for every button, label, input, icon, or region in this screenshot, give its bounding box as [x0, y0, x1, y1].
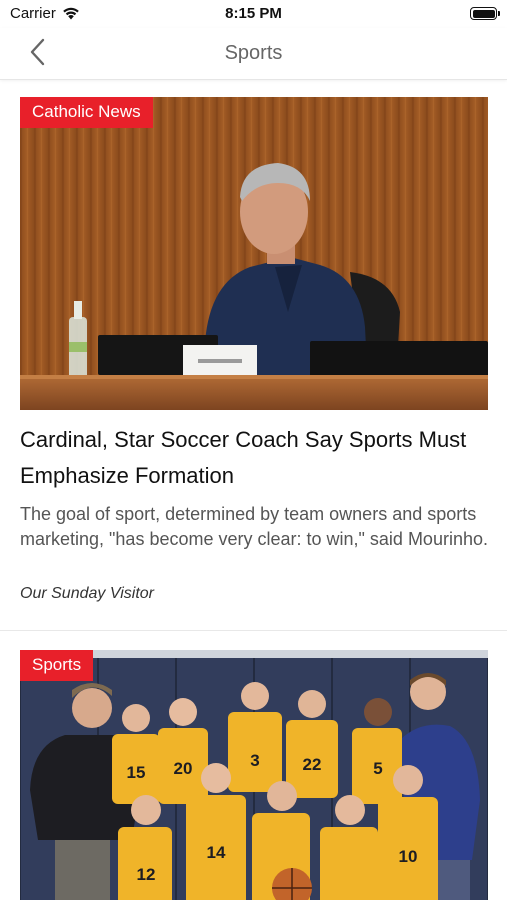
article-image[interactable]: Catholic News: [20, 97, 488, 410]
card-divider: [0, 630, 507, 631]
jersey-number: 10: [399, 847, 418, 866]
speaker-photo: [20, 97, 488, 410]
team-photo: 15 20 3 22 5 12 14 10: [20, 650, 488, 900]
article-headline[interactable]: Cardinal, Star Soccer Coach Say Sports M…: [20, 422, 490, 494]
clock: 8:15 PM: [225, 5, 282, 22]
category-tag[interactable]: Catholic News: [20, 97, 153, 128]
status-bar: Carrier 8:15 PM: [0, 0, 507, 28]
article-image[interactable]: Sports 15 20 3 22 5 12 14 10: [20, 650, 488, 900]
jersey-number: 20: [174, 759, 193, 778]
article-source: Our Sunday Visitor: [20, 585, 154, 602]
jersey-number: 15: [127, 763, 146, 782]
article-summary: The goal of sport, determined by team ow…: [20, 504, 488, 549]
jersey-number: 5: [373, 759, 382, 778]
jersey-number: 3: [250, 751, 259, 770]
category-tag[interactable]: Sports: [20, 650, 94, 681]
jersey-number: 14: [207, 843, 226, 862]
jersey-number: 12: [137, 865, 156, 884]
page-title: Sports: [224, 42, 283, 64]
battery-icon: [470, 7, 500, 20]
nav-bar: Sports: [0, 28, 507, 80]
jersey-number: 22: [303, 755, 322, 774]
